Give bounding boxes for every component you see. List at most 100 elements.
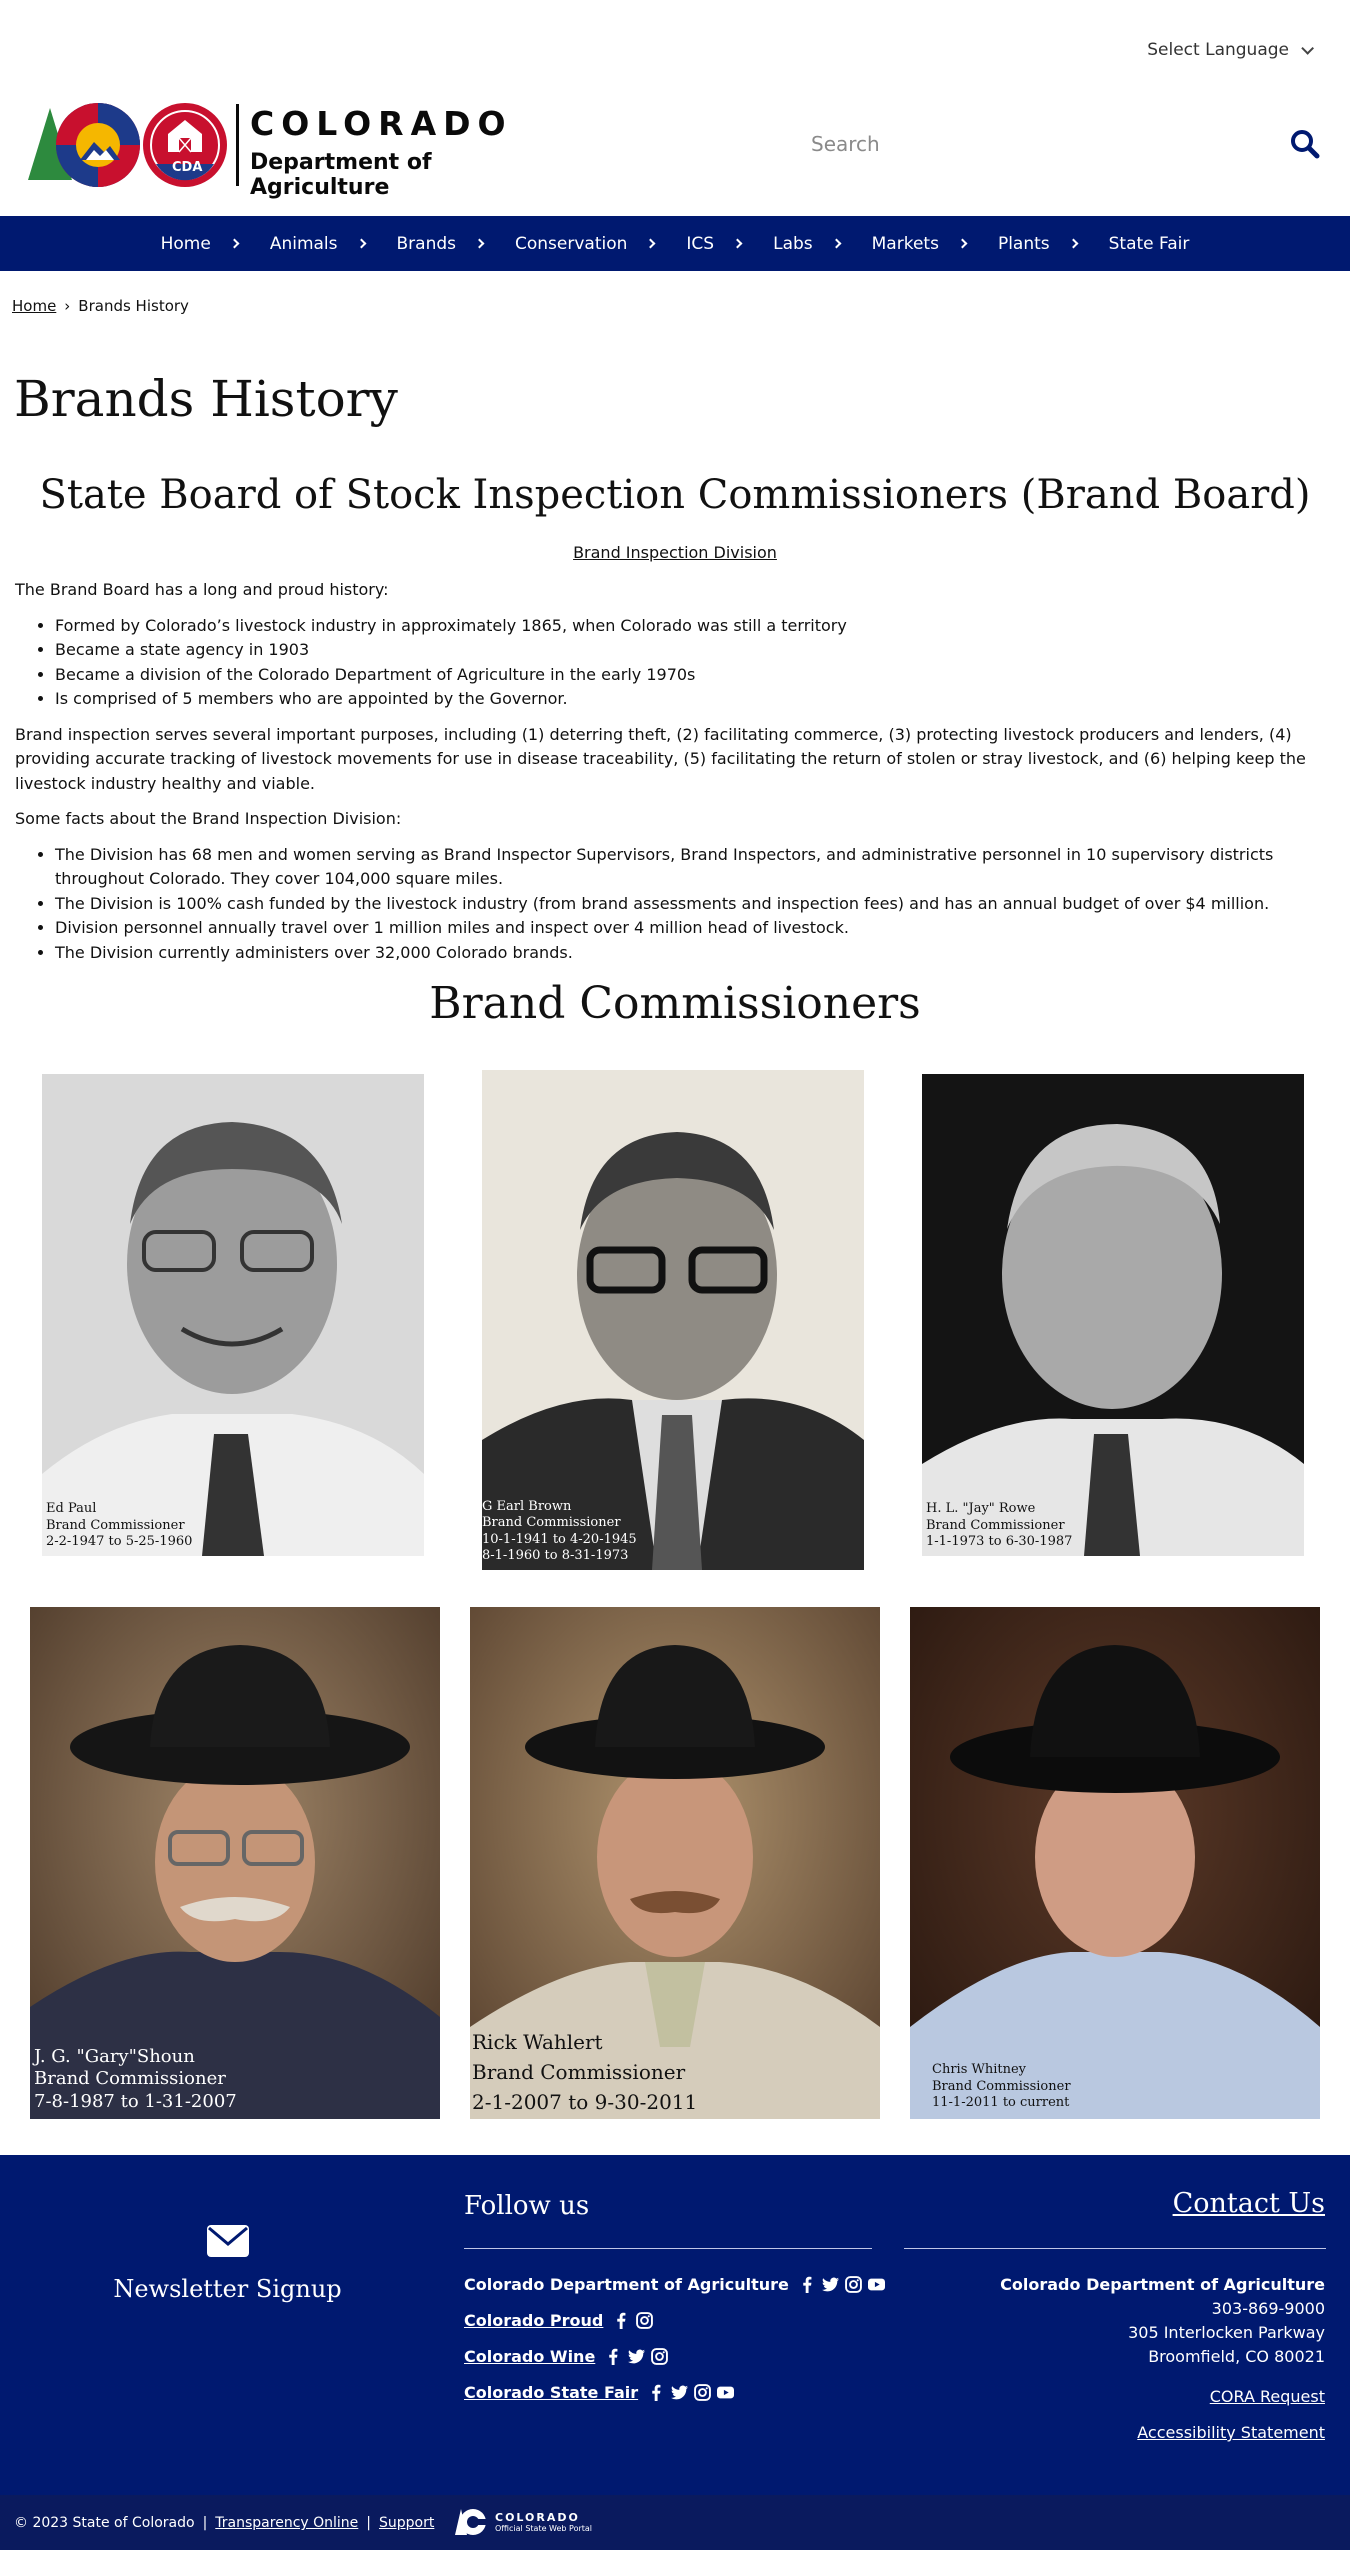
state-portal-logo[interactable]: COLORADO Official State Web Portal <box>455 2505 592 2539</box>
transparency-online-link[interactable]: Transparency Online <box>215 2515 358 2531</box>
commissioner-photo: G Earl Brown Brand Commissioner 10-1-194… <box>482 1070 864 1570</box>
search-button[interactable] <box>1285 124 1325 164</box>
facebook-icon[interactable] <box>648 2384 665 2401</box>
instagram-icon[interactable] <box>694 2384 712 2401</box>
nav-item-markets[interactable]: Markets <box>856 216 982 271</box>
instagram-icon[interactable] <box>636 2312 654 2329</box>
division-link-wrap: Brand Inspection Division <box>0 543 1350 562</box>
youtube-icon[interactable] <box>717 2384 735 2401</box>
nav-item-conservation[interactable]: Conservation <box>499 216 670 271</box>
footer-divider <box>904 2248 1326 2249</box>
chevron-right-icon <box>831 238 842 249</box>
twitter-icon[interactable] <box>671 2384 689 2401</box>
envelope-icon <box>206 2225 249 2257</box>
commissioner-dates: 1-1-1973 to 6-30-1987 <box>926 1533 1073 1549</box>
site-footer: Newsletter Signup Follow us Colorado Dep… <box>0 2155 1350 2495</box>
commissioner-caption: G Earl Brown Brand Commissioner 10-1-194… <box>482 1499 637 1564</box>
contact-us-link[interactable]: Contact Us <box>1173 2188 1325 2219</box>
search-input[interactable] <box>795 132 1225 156</box>
commissioner-name: Chris Whitney <box>932 2062 1027 2078</box>
contact-org-name: Colorado Department of Agriculture <box>1000 2275 1325 2294</box>
main-nav: Home Animals Brands Conservation ICS Lab… <box>0 216 1350 271</box>
nav-item-label: Labs <box>773 233 813 254</box>
contact-street: 305 Interlocken Parkway <box>1128 2323 1325 2342</box>
portal-wordmark: COLORADO <box>495 2511 580 2524</box>
commissioner-name: J. G. "Gary"Shoun <box>34 2045 195 2067</box>
contact-phone: 303-869-9000 <box>1211 2299 1325 2318</box>
nav-item-label: Home <box>160 233 211 254</box>
breadcrumb-separator: › <box>64 297 71 315</box>
list-item: Became a state agency in 1903 <box>55 638 1335 663</box>
social-row-colorado-proud: Colorado Proud <box>464 2311 654 2330</box>
chevron-right-icon <box>957 238 968 249</box>
chevron-right-icon <box>732 238 743 249</box>
cda-logo[interactable]: CDA COLORADO Department of Agriculture <box>28 98 548 200</box>
portal-subtitle: Official State Web Portal <box>495 2524 593 2533</box>
list-item: Formed by Colorado’s livestock industry … <box>55 614 1335 639</box>
nav-item-home[interactable]: Home <box>145 216 254 271</box>
social-org-link[interactable]: Colorado Proud <box>464 2311 603 2330</box>
facebook-icon[interactable] <box>613 2312 630 2329</box>
language-select-label: Select Language <box>1147 40 1289 60</box>
main-content: The Brand Board has a long and proud his… <box>15 578 1335 976</box>
commissioners-title: Brand Commissioners <box>429 978 921 1029</box>
portrait-image <box>42 1074 424 1556</box>
instagram-icon[interactable] <box>844 2276 862 2293</box>
facebook-icon[interactable] <box>605 2348 622 2365</box>
chevron-right-icon <box>356 238 366 249</box>
search-icon <box>1291 130 1320 159</box>
copyright-text: © 2023 State of Colorado <box>14 2515 195 2531</box>
nav-item-plants[interactable]: Plants <box>982 216 1093 271</box>
chevron-down-icon <box>1301 41 1314 55</box>
newsletter-signup-label: Newsletter Signup <box>113 2275 342 2303</box>
chevron-right-icon <box>1068 238 1079 249</box>
nav-item-ics[interactable]: ICS <box>670 216 757 271</box>
separator: | <box>366 2515 372 2531</box>
chevron-right-icon <box>229 238 240 249</box>
nav-item-labs[interactable]: Labs <box>757 216 856 271</box>
nav-item-label: State Fair <box>1108 233 1190 254</box>
commissioner-name: Rick Wahlert <box>472 2030 603 2054</box>
nav-item-state-fair[interactable]: State Fair <box>1093 216 1206 271</box>
cora-request-link[interactable]: CORA Request <box>1210 2387 1325 2406</box>
commissioner-name: H. L. "Jay" Rowe <box>926 1501 1036 1517</box>
accessibility-statement-link[interactable]: Accessibility Statement <box>1137 2423 1325 2442</box>
twitter-icon[interactable] <box>821 2276 839 2293</box>
support-link[interactable]: Support <box>379 2515 434 2531</box>
contact-city: Broomfield, CO 80021 <box>1148 2347 1325 2366</box>
commissioner-photo: Chris Whitney Brand Commissioner 11-1-20… <box>910 1607 1320 2119</box>
facts-list: The Division has 68 men and women servin… <box>55 843 1335 966</box>
nav-item-label: Animals <box>269 233 338 254</box>
brand-inspection-division-link[interactable]: Brand Inspection Division <box>573 543 777 562</box>
language-select[interactable]: Select Language <box>1147 40 1314 60</box>
page-title: Brands History <box>14 370 398 428</box>
breadcrumb-home-link[interactable]: Home <box>12 297 56 315</box>
cda-barn-badge-icon <box>143 103 227 187</box>
commissioner-dates: 10-1-1941 to 4-20-1945 <box>482 1531 637 1547</box>
social-row-colorado-wine: Colorado Wine <box>464 2347 669 2366</box>
history-list: Formed by Colorado’s livestock industry … <box>55 614 1335 712</box>
social-org-link[interactable]: Colorado Wine <box>464 2347 595 2366</box>
nav-item-brands[interactable]: Brands <box>381 216 500 271</box>
portrait-image <box>910 1607 1320 2119</box>
commissioner-caption: Rick Wahlert Brand Commissioner 2-1-2007… <box>472 2027 697 2117</box>
logo-divider <box>236 104 239 186</box>
history-intro: The Brand Board has a long and proud his… <box>15 580 389 599</box>
nav-item-label: Markets <box>871 233 939 254</box>
youtube-icon[interactable] <box>867 2276 885 2293</box>
chevron-right-icon <box>474 238 485 249</box>
separator: | <box>202 2515 208 2531</box>
twitter-icon[interactable] <box>628 2348 646 2365</box>
instagram-icon[interactable] <box>651 2348 669 2365</box>
breadcrumb-current: Brands History <box>78 297 189 315</box>
commissioner-role: Brand Commissioner <box>34 2068 226 2089</box>
commissioner-dates: 11-1-2011 to current <box>932 2094 1070 2110</box>
facebook-icon[interactable] <box>799 2276 816 2293</box>
commissioner-photo: H. L. "Jay" Rowe Brand Commissioner 1-1-… <box>922 1074 1304 1556</box>
list-item: The Division has 68 men and women servin… <box>55 843 1335 892</box>
social-row-colorado-state-fair: Colorado State Fair <box>464 2383 735 2402</box>
social-org-link[interactable]: Colorado State Fair <box>464 2383 638 2402</box>
nav-item-animals[interactable]: Animals <box>254 216 381 271</box>
breadcrumb: Home › Brands History <box>12 297 189 315</box>
newsletter-signup[interactable]: Newsletter Signup <box>0 2225 455 2303</box>
